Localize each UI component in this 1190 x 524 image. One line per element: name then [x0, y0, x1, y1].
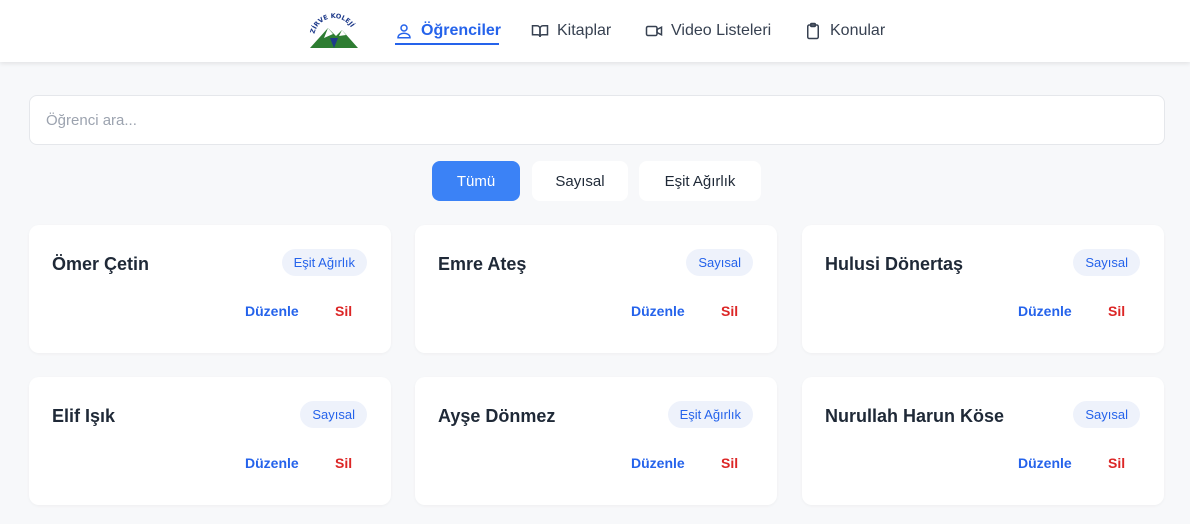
filter-all-button[interactable]: Tümü	[432, 161, 520, 201]
track-badge: Sayısal	[686, 249, 753, 276]
nav-video-lists-label: Video Listeleri	[671, 22, 772, 39]
active-tab-indicator	[395, 43, 499, 45]
student-search-input[interactable]	[29, 95, 1165, 145]
delete-button[interactable]: Sil	[721, 455, 738, 471]
edit-button[interactable]: Düzenle	[631, 303, 685, 319]
student-name: Ayşe Dönmez	[438, 406, 556, 426]
student-name: Hulusi Dönertaş	[825, 254, 964, 274]
student-name: Emre Ateş	[438, 254, 527, 274]
book-open-icon	[531, 25, 549, 38]
nav-video-lists[interactable]: Video Listeleri	[645, 18, 771, 44]
track-badge: Sayısal	[1073, 249, 1140, 276]
student-card: Ömer Çetin Eşit Ağırlık Düzenle Sil	[29, 225, 391, 353]
video-icon	[645, 25, 663, 37]
edit-button[interactable]: Düzenle	[245, 455, 299, 471]
edit-button[interactable]: Düzenle	[1018, 303, 1072, 319]
top-navigation-bar: ZİRVE KOLEJİ Öğrenciler Kitaplar Video L…	[0, 0, 1190, 62]
nav-topics[interactable]: Konular	[804, 18, 885, 44]
nav-students-label: Öğrenciler	[421, 22, 502, 39]
track-badge: Eşit Ağırlık	[667, 401, 753, 428]
student-name: Ömer Çetin	[52, 254, 150, 274]
school-logo[interactable]: ZİRVE KOLEJİ	[306, 8, 362, 52]
student-name: Nurullah Harun Köse	[825, 406, 1005, 426]
clipboard-icon	[807, 22, 819, 40]
student-card: Emre Ateş Sayısal Düzenle Sil	[415, 225, 777, 353]
nav-students[interactable]: Öğrenciler	[395, 18, 501, 44]
filter-esit-agirlik-button[interactable]: Eşit Ağırlık	[639, 161, 761, 201]
nav-books[interactable]: Kitaplar	[531, 18, 611, 44]
track-badge: Sayısal	[300, 401, 367, 428]
track-badge: Eşit Ağırlık	[281, 249, 367, 276]
logo-text: ZİRVE KOLEJİ	[309, 12, 357, 35]
delete-button[interactable]: Sil	[1108, 303, 1125, 319]
student-name: Elif Işık	[52, 406, 116, 426]
delete-button[interactable]: Sil	[721, 303, 738, 319]
edit-button[interactable]: Düzenle	[1018, 455, 1072, 471]
student-card: Hulusi Dönertaş Sayısal Düzenle Sil	[802, 225, 1164, 353]
svg-text:ZİRVE KOLEJİ: ZİRVE KOLEJİ	[309, 12, 357, 35]
student-card: Ayşe Dönmez Eşit Ağırlık Düzenle Sil	[415, 377, 777, 505]
track-badge: Sayısal	[1073, 401, 1140, 428]
student-card: Elif Işık Sayısal Düzenle Sil	[29, 377, 391, 505]
nav-books-label: Kitaplar	[557, 22, 612, 39]
delete-button[interactable]: Sil	[335, 303, 352, 319]
filter-sayisal-button[interactable]: Sayısal	[532, 161, 628, 201]
delete-button[interactable]: Sil	[1108, 455, 1125, 471]
user-icon	[397, 24, 411, 39]
edit-button[interactable]: Düzenle	[631, 455, 685, 471]
nav-topics-label: Konular	[830, 22, 886, 39]
student-card: Nurullah Harun Köse Sayısal Düzenle Sil	[802, 377, 1164, 505]
edit-button[interactable]: Düzenle	[245, 303, 299, 319]
delete-button[interactable]: Sil	[335, 455, 352, 471]
